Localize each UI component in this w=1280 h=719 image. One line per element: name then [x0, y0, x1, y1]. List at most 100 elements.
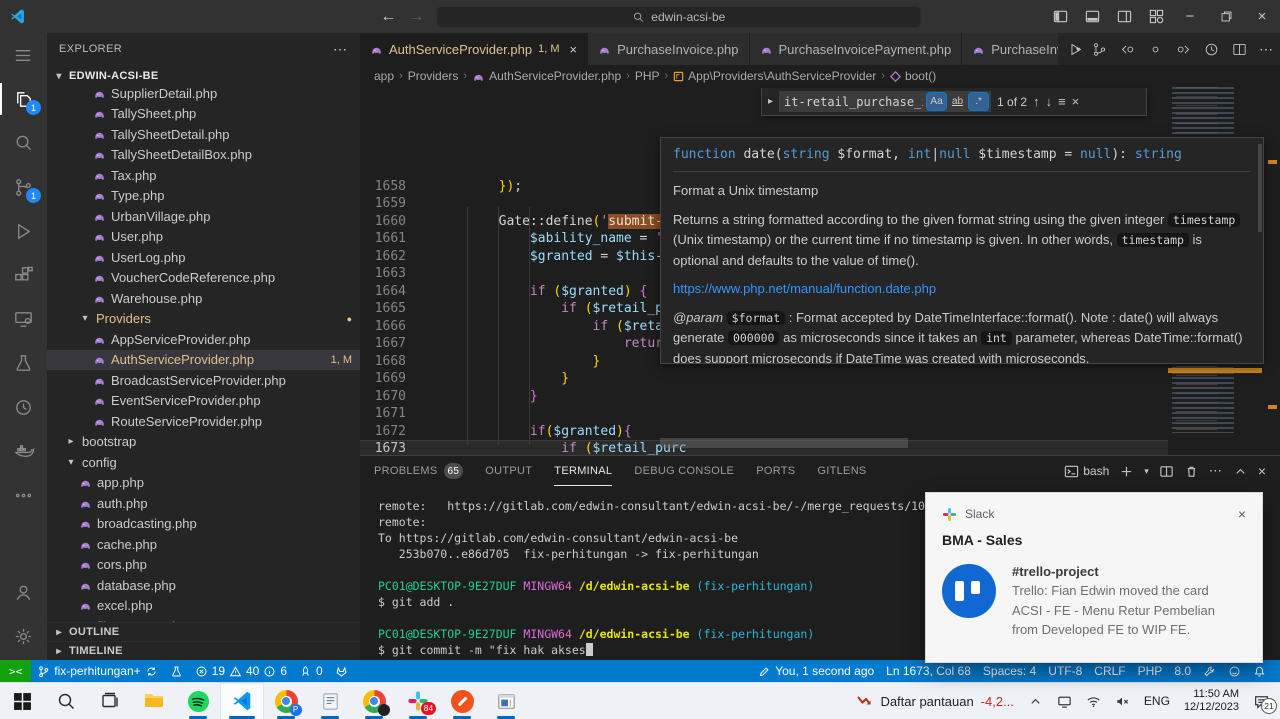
editor-tab[interactable]: PurchaseInvoice.php [588, 33, 749, 65]
editor-tab[interactable]: AuthServiceProvider.php1, M× [360, 33, 588, 65]
orange-editor-button[interactable] [440, 683, 484, 719]
regex-toggle[interactable]: .* [969, 93, 988, 110]
breadcrumb-item[interactable]: Providers [408, 69, 459, 83]
tree-item[interactable]: AuthServiceProvider.php1, M [47, 350, 360, 371]
chrome-profile1-button[interactable]: P [264, 683, 308, 719]
next-change-icon[interactable] [1175, 41, 1192, 58]
tree-item[interactable]: RouteServiceProvider.php [47, 411, 360, 432]
feedback-smiley-icon[interactable] [1222, 660, 1247, 682]
watchlist-widget[interactable]: Daftar pantauan -4,2... [857, 694, 1013, 709]
encoding-indicator[interactable]: UTF-8 [1042, 660, 1088, 682]
notepad-button[interactable] [308, 683, 352, 719]
breadcrumb-item[interactable]: boot() [890, 69, 936, 83]
next-match-icon[interactable]: ↓ [1046, 94, 1053, 109]
window-restore-button[interactable] [1208, 0, 1244, 33]
find-input[interactable] [780, 95, 927, 109]
horizontal-scrollbar[interactable] [660, 438, 908, 448]
gitlab-icon[interactable] [329, 660, 354, 682]
gitlens-compare-icon[interactable] [164, 660, 189, 682]
git-graph-icon[interactable] [1091, 41, 1108, 58]
tree-item[interactable]: User.php [47, 227, 360, 248]
window-close-button[interactable]: × [1244, 0, 1280, 33]
taskbar-clock[interactable]: 11:50 AM 12/12/2023 [1184, 688, 1239, 714]
notification-center-button[interactable]: 21 [1253, 693, 1270, 710]
settings-gear-icon[interactable] [0, 614, 47, 658]
panel-more-icon[interactable]: ⋯ [1209, 463, 1223, 479]
php-version-indicator[interactable]: 8.0 [1168, 660, 1197, 682]
docker-icon[interactable] [0, 429, 47, 473]
toggle-replace-icon[interactable]: ▸ [768, 96, 773, 107]
vm-window-button[interactable] [484, 683, 528, 719]
wrench-icon[interactable] [1197, 660, 1222, 682]
remote-explorer-icon[interactable] [0, 297, 47, 341]
wifi-icon[interactable] [1086, 694, 1101, 709]
maximize-panel-icon[interactable] [1233, 464, 1248, 479]
language-indicator[interactable]: PHP [1132, 660, 1169, 682]
tree-item[interactable]: UserLog.php [47, 247, 360, 268]
breadcrumb-item[interactable]: app [374, 69, 394, 83]
previous-match-icon[interactable]: ↑ [1033, 94, 1040, 109]
editor-tab[interactable]: PurchaseInvoic [962, 33, 1058, 65]
tree-item[interactable]: ▾config [47, 452, 360, 473]
find-in-selection-icon[interactable]: ≡ [1058, 94, 1066, 109]
nav-back-icon[interactable]: ← [380, 8, 396, 26]
more-actions-icon[interactable]: ⋯ [1259, 41, 1274, 58]
terminal-dropdown-icon[interactable]: ▾ [1144, 466, 1149, 477]
timeline-section[interactable]: ▸ TIMELINE [47, 641, 360, 660]
panel-tab-problems[interactable]: PROBLEMS65 [374, 456, 463, 486]
explorer-icon[interactable]: 1 [0, 77, 47, 121]
breadcrumb-item[interactable]: App\Providers\AuthServiceProvider [673, 69, 876, 83]
accounts-icon[interactable] [0, 570, 47, 614]
language-indicator[interactable]: ENG [1144, 694, 1170, 708]
kill-terminal-icon[interactable] [1184, 464, 1199, 479]
tree-item[interactable]: SupplierDetail.php [47, 83, 360, 104]
toggle-secondary-sidebar-icon[interactable] [1108, 0, 1140, 33]
toggle-panel-icon[interactable] [1076, 0, 1108, 33]
editor-tab[interactable]: PurchaseInvoicePayment.php [750, 33, 963, 65]
close-find-icon[interactable]: × [1072, 94, 1080, 109]
tree-item[interactable]: TallySheetDetail.php [47, 124, 360, 145]
customize-layout-icon[interactable] [1140, 0, 1172, 33]
slack-taskbar-button[interactable]: 84 [396, 683, 440, 719]
cursor-position[interactable]: Ln 1673, Col 68 [880, 660, 977, 682]
extension-counter[interactable]: 0 [293, 660, 329, 682]
branch-indicator[interactable]: fix-perhitungan+ [31, 660, 163, 682]
new-terminal-icon[interactable] [1119, 464, 1134, 479]
notifications-bell-icon[interactable] [1247, 660, 1272, 682]
slack-notification-toast[interactable]: Slack × BMA - Sales #trello-project Trel… [925, 492, 1263, 663]
tree-item[interactable]: TallySheetDetailBox.php [47, 145, 360, 166]
tree-item[interactable]: EventServiceProvider.php [47, 391, 360, 412]
timeline-icon[interactable] [0, 385, 47, 429]
source-control-icon[interactable]: 1 [0, 165, 47, 209]
file-explorer-button[interactable] [132, 683, 176, 719]
php-manual-link[interactable]: https://www.php.net/manual/function.date… [673, 281, 936, 296]
tree-item[interactable]: auth.php [47, 493, 360, 514]
tree-item[interactable]: excel.php [47, 596, 360, 617]
search-view-icon[interactable] [0, 121, 47, 165]
panel-tab-output[interactable]: OUTPUT [485, 456, 532, 486]
tree-item[interactable]: cache.php [47, 534, 360, 555]
command-center-search[interactable]: edwin-acsi-be [436, 6, 921, 28]
match-case-toggle[interactable]: Aa [927, 93, 946, 110]
tree-item[interactable]: broadcasting.php [47, 514, 360, 535]
hidden-icons-chevron[interactable] [1028, 694, 1043, 709]
tree-item[interactable]: app.php [47, 473, 360, 494]
nav-forward-icon[interactable]: → [408, 8, 424, 26]
panel-tab-ports[interactable]: PORTS [756, 456, 795, 486]
split-editor-icon[interactable] [1231, 41, 1248, 58]
run-debug-icon[interactable] [0, 209, 47, 253]
explorer-more-actions-icon[interactable]: ⋯ [333, 41, 348, 58]
task-view-button[interactable] [88, 683, 132, 719]
tree-item[interactable]: AppServiceProvider.php [47, 329, 360, 350]
toast-close-icon[interactable]: × [1238, 506, 1246, 522]
menu-icon[interactable] [0, 33, 47, 77]
panel-tab-debug-console[interactable]: DEBUG CONSOLE [634, 456, 734, 486]
tree-item[interactable]: Warehouse.php [47, 288, 360, 309]
extensions-icon[interactable] [0, 253, 47, 297]
whole-word-toggle[interactable]: ab [948, 93, 967, 110]
shell-selector[interactable]: bash [1064, 464, 1109, 479]
breadcrumb-item[interactable]: AuthServiceProvider.php [472, 69, 621, 83]
vscode-taskbar-button[interactable] [220, 683, 264, 719]
tree-item[interactable]: BroadcastServiceProvider.php [47, 370, 360, 391]
taskbar-search-button[interactable] [44, 683, 88, 719]
